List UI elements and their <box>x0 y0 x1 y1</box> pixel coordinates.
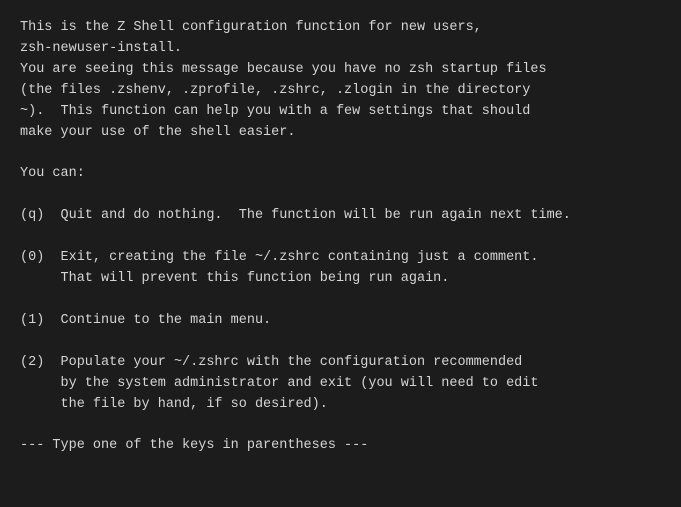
terminal-line: by the system administrator and exit (yo… <box>20 374 661 395</box>
terminal-line: (0) Exit, creating the file ~/.zshrc con… <box>20 248 661 269</box>
terminal-blank-line <box>20 185 661 206</box>
terminal-blank-line <box>20 290 661 311</box>
terminal-line: (2) Populate your ~/.zshrc with the conf… <box>20 353 661 374</box>
terminal-blank-line <box>20 227 661 248</box>
terminal-blank-line <box>20 144 661 165</box>
terminal-line: You are seeing this message because you … <box>20 60 661 81</box>
terminal-line: zsh-newuser-install. <box>20 39 661 60</box>
terminal-blank-line <box>20 332 661 353</box>
terminal-line: (the files .zshenv, .zprofile, .zshrc, .… <box>20 81 661 102</box>
terminal-blank-line <box>20 416 661 437</box>
terminal-line: You can: <box>20 164 661 185</box>
terminal-line: That will prevent this function being ru… <box>20 269 661 290</box>
terminal-line: (1) Continue to the main menu. <box>20 311 661 332</box>
terminal-window[interactable]: This is the Z Shell configuration functi… <box>0 0 681 507</box>
terminal-line: the file by hand, if so desired). <box>20 395 661 416</box>
terminal-line: --- Type one of the keys in parentheses … <box>20 436 661 457</box>
terminal-line: This is the Z Shell configuration functi… <box>20 18 661 39</box>
terminal-line: ~). This function can help you with a fe… <box>20 102 661 123</box>
terminal-line: make your use of the shell easier. <box>20 123 661 144</box>
terminal-line: (q) Quit and do nothing. The function wi… <box>20 206 661 227</box>
